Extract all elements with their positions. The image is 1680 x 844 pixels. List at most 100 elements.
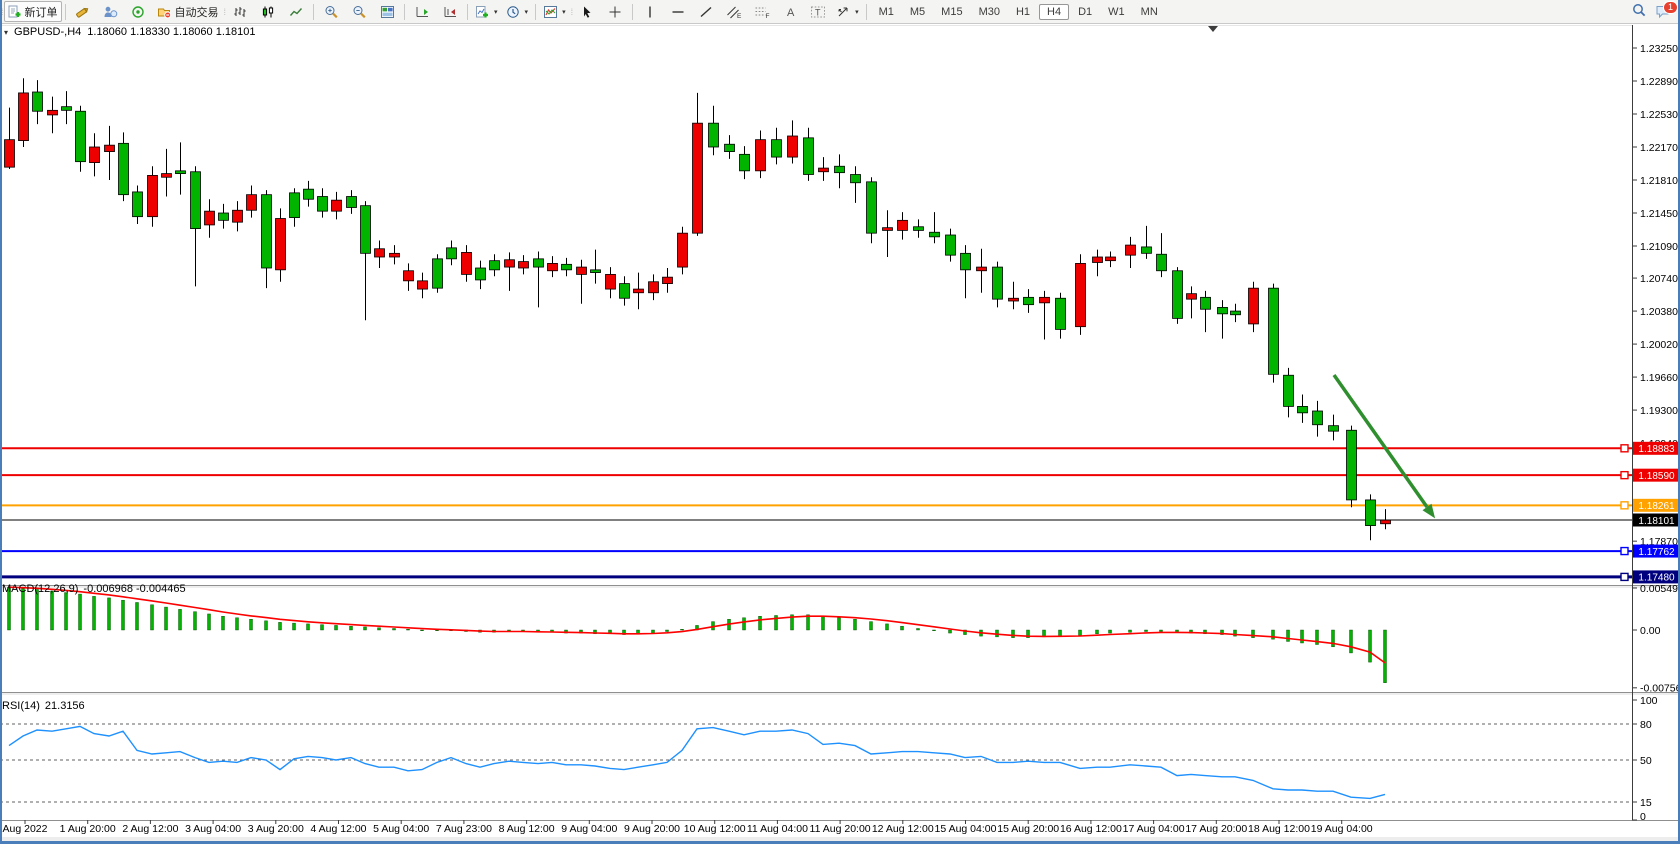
signal-button[interactable] <box>125 1 153 22</box>
candlestick-chart-icon <box>261 5 275 19</box>
separator <box>467 4 468 20</box>
svg-text:4 Aug 12:00: 4 Aug 12:00 <box>310 823 366 835</box>
price-lines-layer <box>0 448 1632 577</box>
macd-name: MACD(12,26,9) <box>2 583 78 595</box>
svg-text:80: 80 <box>1640 719 1652 731</box>
cascade-windows-button[interactable] <box>436 1 464 22</box>
svg-text:1.18883: 1.18883 <box>1638 444 1675 455</box>
cursor-button[interactable] <box>573 1 601 22</box>
periods-clock-button[interactable]: ▾ <box>502 1 533 22</box>
svg-text:9 Aug 20:00: 9 Aug 20:00 <box>624 823 680 835</box>
cascade-windows-icon <box>443 5 458 19</box>
svg-text:1.20380: 1.20380 <box>1640 306 1678 318</box>
separator <box>535 4 536 20</box>
svg-text:17 Aug 04:00: 17 Aug 04:00 <box>1123 823 1185 835</box>
time-axis: Aug 20221 Aug 20:002 Aug 12:003 Aug 04:0… <box>3 820 1373 835</box>
svg-text:50: 50 <box>1640 755 1652 767</box>
svg-text:0: 0 <box>1640 811 1646 823</box>
dropdown-caret-icon: ▾ <box>525 8 529 16</box>
timeframe-m1[interactable]: M1 <box>872 5 901 19</box>
svg-text:1 Aug 20:00: 1 Aug 20:00 <box>60 823 116 835</box>
vertical-line-button[interactable] <box>636 1 664 22</box>
new-order-button[interactable]: 新订单 <box>4 1 62 22</box>
community-person-icon <box>103 5 118 19</box>
new-chart-button[interactable]: ▾ <box>471 1 502 22</box>
trendline-button[interactable] <box>692 1 720 22</box>
svg-text:1.21090: 1.21090 <box>1640 241 1678 253</box>
equidistant-channel-button[interactable]: E <box>720 1 748 22</box>
svg-text:T: T <box>815 7 821 17</box>
text-label-button[interactable]: T <box>804 1 832 22</box>
notifications-button[interactable]: 1 <box>1655 4 1672 19</box>
timeframe-w1[interactable]: W1 <box>1101 5 1132 19</box>
crosshair-button[interactable] <box>601 1 629 22</box>
community-button[interactable] <box>97 1 125 22</box>
chart-candles-button[interactable] <box>254 1 282 22</box>
chart-symbol-period: GBPUSD-,H4 <box>14 26 81 38</box>
timeframe-h4[interactable]: H4 <box>1039 4 1069 20</box>
search-button[interactable] <box>1631 3 1647 21</box>
svg-text:1.20020: 1.20020 <box>1640 339 1678 351</box>
svg-text:1.19300: 1.19300 <box>1640 405 1678 417</box>
svg-text:3 Aug 20:00: 3 Aug 20:00 <box>248 823 304 835</box>
indicators-button[interactable]: ▾ <box>539 1 570 22</box>
equidistant-channel-icon: E <box>726 5 742 19</box>
rsi-name: RSI(14) <box>2 700 40 712</box>
svg-text:1.21810: 1.21810 <box>1640 175 1678 187</box>
svg-text:12 Aug 12:00: 12 Aug 12:00 <box>872 823 934 835</box>
svg-text:16 Aug 12:00: 16 Aug 12:00 <box>1060 823 1122 835</box>
svg-text:Aug 2022: Aug 2022 <box>3 823 48 835</box>
tile-windows-icon <box>380 5 395 19</box>
separator <box>632 4 633 20</box>
line-chart-icon <box>289 5 303 19</box>
zoom-in-button[interactable] <box>317 1 345 22</box>
svg-text:15 Aug 04:00: 15 Aug 04:00 <box>935 823 997 835</box>
text-button[interactable]: A <box>776 1 804 22</box>
svg-text:-0.007562: -0.007562 <box>1640 683 1680 695</box>
zoom-out-button[interactable] <box>345 1 373 22</box>
vertical-line-icon <box>644 5 656 19</box>
chart-line-button[interactable] <box>282 1 310 22</box>
candles-layer <box>5 78 1391 540</box>
fibonacci-button[interactable]: F <box>748 1 776 22</box>
timeframe-m15[interactable]: M15 <box>934 5 969 19</box>
price-chart[interactable]: 1.232501.228901.225301.221701.218101.214… <box>0 0 1680 844</box>
timeframe-h1[interactable]: H1 <box>1009 5 1037 19</box>
svg-text:19 Aug 04:00: 19 Aug 04:00 <box>1311 823 1373 835</box>
clock-icon <box>506 5 521 19</box>
price-axis: 1.232501.228901.225301.221701.218101.214… <box>1632 43 1680 823</box>
horizontal-line-button[interactable] <box>664 1 692 22</box>
chart-bars-button[interactable] <box>226 1 254 22</box>
styler-button[interactable] <box>69 1 97 22</box>
svg-text:1.18261: 1.18261 <box>1638 501 1675 512</box>
timeframe-mn[interactable]: MN <box>1134 5 1165 19</box>
search-icon <box>1631 3 1647 18</box>
horizontal-line-icon <box>671 5 685 19</box>
timeframe-toolbar: M1M5M15M30H1H4D1W1MN <box>872 4 1165 20</box>
new-order-icon <box>8 5 22 19</box>
arrows-button[interactable]: ▾ <box>832 1 863 22</box>
fibonacci-icon: F <box>754 5 770 19</box>
chart-title: ▾ GBPUSD-,H4 1.18060 1.18330 1.18060 1.1… <box>4 26 255 38</box>
svg-text:F: F <box>766 13 770 19</box>
indicators-icon <box>543 5 558 19</box>
tile-windows-button[interactable] <box>373 1 401 22</box>
timeframe-m5[interactable]: M5 <box>903 5 932 19</box>
svg-text:17 Aug 20:00: 17 Aug 20:00 <box>1185 823 1247 835</box>
auto-trading-button[interactable]: 自动交易 <box>153 1 223 22</box>
cursor-arrow-icon <box>580 5 594 19</box>
bar-chart-icon <box>233 5 247 19</box>
timeframe-m30[interactable]: M30 <box>972 5 1007 19</box>
toolbar-grip: ⁞ <box>571 7 573 17</box>
svg-text:9 Aug 04:00: 9 Aug 04:00 <box>561 823 617 835</box>
arrange-windows-button[interactable] <box>408 1 436 22</box>
chart-ohlc-values: 1.18060 1.18330 1.18060 1.18101 <box>87 26 255 38</box>
zoom-in-icon <box>324 5 339 19</box>
timeframe-d1[interactable]: D1 <box>1071 5 1099 19</box>
svg-text:1.19660: 1.19660 <box>1640 372 1678 384</box>
chart-shift-marker <box>1208 26 1218 32</box>
arrange-windows-icon <box>415 5 430 19</box>
svg-text:7 Aug 23:00: 7 Aug 23:00 <box>436 823 492 835</box>
window-border-left <box>0 0 2 844</box>
svg-text:0.005493: 0.005493 <box>1640 583 1680 595</box>
